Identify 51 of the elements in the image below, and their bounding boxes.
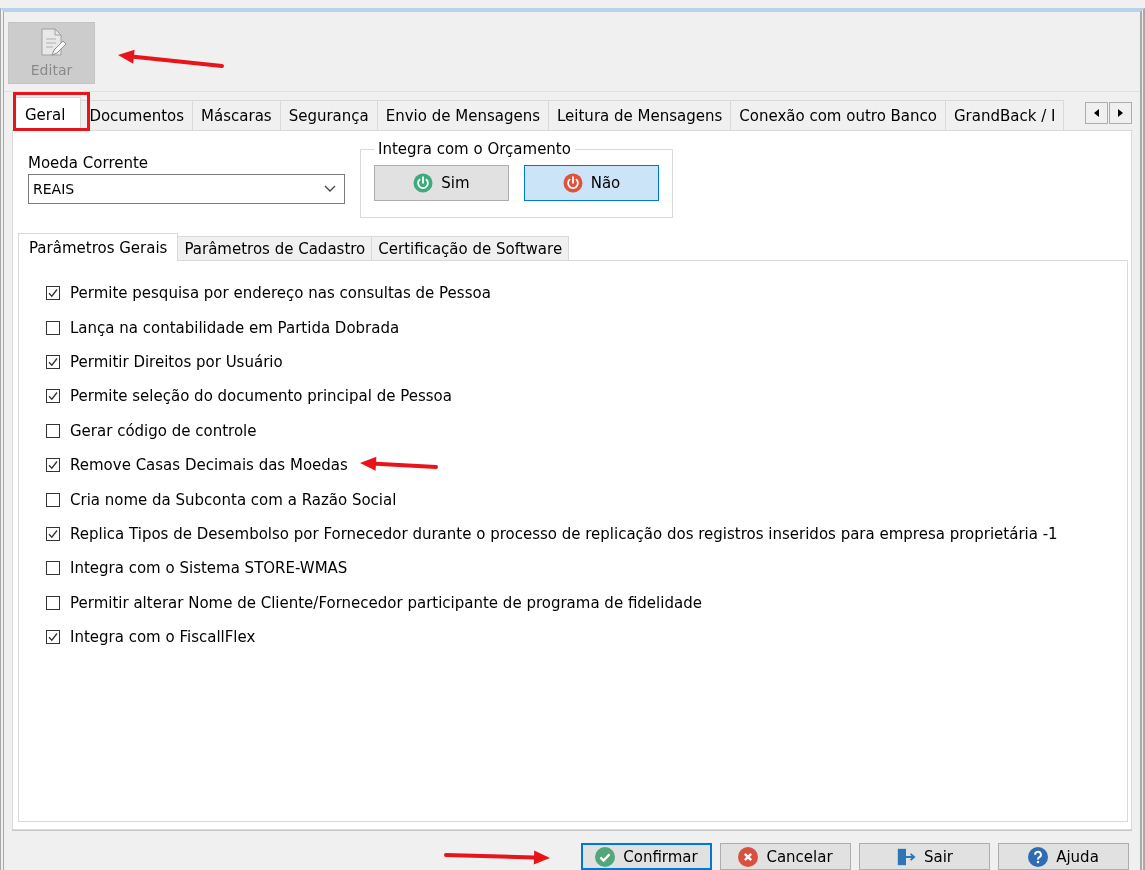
scroll-right-button[interactable] (1109, 102, 1132, 124)
checkbox-label: Replica Tipos de Desembolso por Fornecedor durante o processo de replicação dos registros inseridos para empresa proprietária -1 (70, 524, 1058, 543)
option-button[interactable]: Não (524, 165, 659, 201)
confirm-button[interactable]: Confirmar (581, 843, 712, 870)
checkbox-label: Permitir alterar Nome de Cliente/Fornecedor participante de programa de fidelidade (70, 593, 702, 612)
currency-dropdown[interactable]: REAIS (28, 174, 345, 204)
help-icon (1028, 846, 1049, 867)
checkmark-icon (47, 459, 59, 472)
checkbox[interactable] (46, 630, 60, 645)
checkbox[interactable] (46, 458, 60, 473)
checkmark-icon (47, 355, 59, 368)
exit-button[interactable]: Sair (859, 843, 990, 870)
scroll-left-button[interactable] (1085, 102, 1108, 124)
x-circle-icon (738, 846, 759, 867)
checkbox-label: Permite pesquisa por endereço nas consultas de Pessoa (70, 284, 491, 303)
tab[interactable]: Geral (14, 97, 82, 131)
checkmark-icon (47, 287, 59, 300)
triangle-left-icon (1094, 109, 1099, 117)
tab[interactable]: GrandBack / I (945, 100, 1065, 130)
checkbox-label: Remove Casas Decimais das Moedas (70, 456, 348, 475)
checkmark-icon (47, 631, 59, 644)
checkbox[interactable] (46, 286, 60, 301)
tab[interactable]: Parâmetros Gerais (18, 233, 179, 261)
field-label: Moeda Corrente (28, 155, 150, 171)
cancel-button[interactable]: Cancelar (720, 843, 851, 870)
help-button[interactable]: Ajuda (998, 843, 1129, 870)
checkbox[interactable] (46, 320, 60, 335)
checkbox-label: Permite seleção do documento principal de Pessoa (70, 387, 452, 406)
group-title: Integra com o Orçamento (377, 141, 572, 157)
checkbox[interactable] (46, 595, 60, 610)
checkbox-label: Integra com o Sistema STORE-WMAS (70, 559, 348, 578)
checkbox[interactable] (46, 354, 60, 369)
checkbox[interactable] (46, 526, 60, 541)
checkbox[interactable] (46, 561, 60, 576)
checkbox-label: Integra com o FiscallFlex (70, 628, 256, 647)
tab[interactable]: Parâmetros de Cadastro (177, 236, 373, 260)
checkbox[interactable] (46, 389, 60, 404)
checkbox[interactable] (46, 423, 60, 438)
checkbox[interactable] (46, 492, 60, 507)
triangle-right-icon (1118, 109, 1123, 117)
checkbox-label: Lança na contabilidade em Partida Dobrada (70, 318, 400, 337)
tab[interactable]: Certificação de Software (371, 236, 570, 260)
checkbox-label: Cria nome da Subconta com a Razão Social (70, 490, 397, 509)
option-button[interactable]: Sim (374, 165, 509, 201)
checkmark-icon (47, 390, 59, 403)
checkbox-label: Permitir Direitos por Usuário (70, 352, 283, 371)
chevron-down-icon (324, 185, 336, 193)
check-circle-icon (595, 846, 616, 867)
door-arrow-icon (895, 846, 916, 867)
checkmark-icon (47, 527, 59, 540)
checkbox-label: Gerar código de controle (70, 421, 257, 440)
